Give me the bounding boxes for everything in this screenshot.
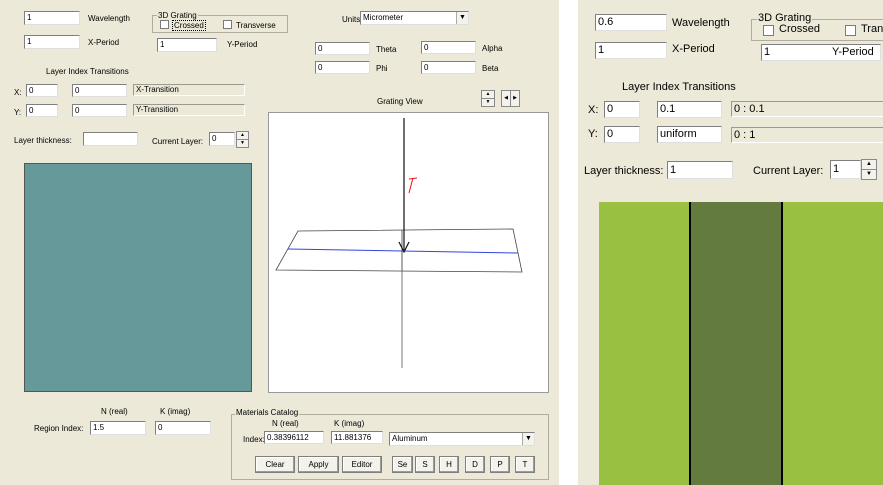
detail-wavelength-label: Wavelength [672,17,730,29]
detail-x-transition-start-input[interactable]: 0 [604,101,640,118]
detail-x-transition-axis-label: X: [588,104,599,116]
region-index-label: Region Index: [34,424,84,433]
region-k-header: K (imag) [160,407,191,416]
dropdown-arrow-icon[interactable]: ▼ [522,433,534,445]
alpha-label: Alpha [482,44,503,53]
x-transition-readout: X-Transition [133,84,245,96]
beta-input[interactable]: 0 [421,61,476,74]
detail-current-layer-input[interactable]: 1 [830,160,861,179]
up-down-spinner-icon[interactable]: ▲ ▼ [481,90,495,107]
transverse-label: Transverse [236,21,276,30]
h-button[interactable]: H [439,456,459,473]
current-layer-label: Current Layer: [152,137,204,146]
dropdown-arrow-icon[interactable]: ▼ [456,12,468,24]
detail-y-period-label: Y-Period [832,46,874,58]
s-button[interactable]: S [415,456,435,473]
left-right-spinner-icon[interactable]: ◀ ▶ [501,90,520,107]
layer-index-transitions-title: Layer Index Transitions [46,67,129,76]
detail-y-transition-axis-label: Y: [588,128,598,140]
grating-editor-detail-window: 0.6 Wavelength 1 X-Period 3D Grating Cro… [578,0,883,485]
phi-label: Phi [376,64,388,73]
se-button[interactable]: Se [392,456,413,473]
grating-view-canvas[interactable] [268,112,549,393]
detail-layer-thickness-input[interactable]: 1 [667,161,733,179]
detail-crossed-checkbox[interactable] [763,25,774,36]
detail-x-period-input[interactable]: 1 [595,42,667,59]
material-selected-value: Aluminum [392,434,428,443]
wavelength-label: Wavelength [88,14,130,23]
x-period-input[interactable]: 1 [24,35,80,49]
materials-n-input[interactable]: 0.38396112 [264,431,324,444]
layer-preview-left[interactable] [24,163,252,392]
p-button[interactable]: P [490,456,510,473]
layer-preview-right[interactable] [599,202,883,485]
wavelength-input[interactable]: 1 [24,11,80,25]
detail-layer-thickness-label: Layer thickness: [584,165,664,177]
layer-thickness-label: Layer thickness: [14,136,72,145]
phi-input[interactable]: 0 [315,61,370,74]
crossed-label: Crossed [172,20,206,31]
materials-n-header: N (real) [272,419,299,428]
region-k-input[interactable]: 0 [155,421,211,435]
detail-transverse-label: Tran [861,23,883,35]
layer-thickness-input[interactable] [83,132,138,146]
current-layer-input[interactable]: 0 [209,132,235,146]
theta-label: Theta [376,45,397,54]
x-transition-axis-label: X: [14,88,22,97]
transverse-checkbox[interactable] [223,20,232,29]
detail-layer-index-transitions-title: Layer Index Transitions [622,81,736,93]
materials-index-label: Index: [243,435,265,444]
region-n-input[interactable]: 1.5 [90,421,146,435]
materials-k-input[interactable]: 11.881376 [331,431,383,444]
units-selected-value: Micrometer [363,13,404,22]
beta-label: Beta [482,64,499,73]
detail-x-transition-readout: 0 : 0.1 [731,101,883,117]
detail-crossed-label: Crossed [779,23,820,35]
detail-y-transition-readout: 0 : 1 [731,127,883,143]
theta-input[interactable]: 0 [315,42,370,55]
detail-current-layer-label: Current Layer: [753,165,824,177]
x-period-label: X-Period [88,38,120,47]
grating-view-title: Grating View [377,97,423,106]
editor-button[interactable]: Editor [342,456,382,473]
detail-y-transition-end-input[interactable]: uniform [657,126,722,143]
d-button[interactable]: D [465,456,485,473]
region-n-header: N (real) [101,407,128,416]
units-label: Units [342,15,361,24]
detail-x-period-label: X-Period [672,43,715,55]
detail-transverse-checkbox[interactable] [845,25,856,36]
detail-x-transition-end-input[interactable]: 0.1 [657,101,722,118]
material-select[interactable]: Aluminum ▼ [389,432,535,446]
grating-3d-title: 3D Grating [157,11,198,20]
materials-k-header: K (imag) [334,419,365,428]
y-period-label: Y-Period [227,40,258,49]
clear-button[interactable]: Clear [255,456,295,473]
y-transition-end-input[interactable]: 0 [72,104,127,117]
y-transition-start-input[interactable]: 0 [26,104,58,117]
x-transition-end-input[interactable]: 0 [72,84,127,97]
t-button[interactable]: T [515,456,535,473]
apply-button[interactable]: Apply [298,456,339,473]
y-transition-readout: Y-Transition [133,104,245,116]
layer-stripe-dark[interactable] [689,202,783,485]
x-transition-start-input[interactable]: 0 [26,84,58,97]
grating-editor-window: 1 Wavelength 1 X-Period 3D Grating Cross… [0,0,559,485]
detail-current-layer-spinner-icon[interactable]: ▲ ▼ [861,159,877,180]
detail-y-transition-start-input[interactable]: 0 [604,126,640,143]
y-transition-axis-label: Y: [14,108,22,117]
crossed-checkbox[interactable] [160,20,169,29]
y-period-input[interactable]: 1 [157,38,217,52]
materials-catalog-title: Materials Catalog [235,408,300,417]
alpha-input[interactable]: 0 [421,41,476,54]
units-select[interactable]: Micrometer ▼ [360,11,469,25]
detail-wavelength-input[interactable]: 0.6 [595,14,667,31]
current-layer-spinner-icon[interactable]: ▲ ▼ [236,131,249,148]
